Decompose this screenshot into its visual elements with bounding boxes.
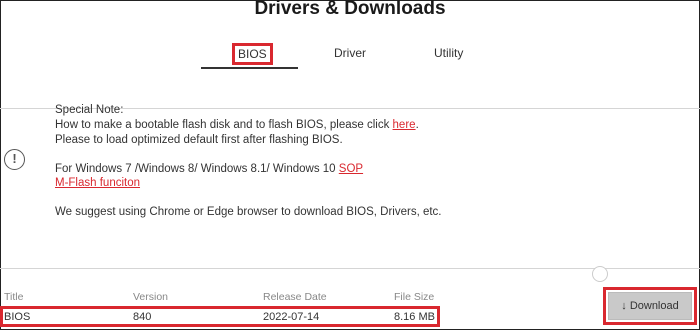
column-header-file-size: File Size [394,291,435,303]
note-line-4: M-Flash funciton [55,177,140,189]
column-header-release-date: Release Date [263,291,327,303]
tab-bios[interactable]: BIOS [232,43,273,65]
note-line-5: We suggest using Chrome or Edge browser … [55,206,442,218]
column-header-title: Title [4,291,24,303]
tab-utility[interactable]: Utility [434,46,463,60]
download-label: Download [629,300,679,312]
note-line-3-text: For Windows 7 /Windows 8/ Windows 8.1/ W… [55,163,336,175]
tab-driver[interactable]: Driver [334,46,366,60]
download-arrow-icon: ↓ [621,300,627,312]
cell-release-date: 2022-07-14 [263,311,320,323]
cell-title: BIOS [4,311,31,323]
exclamation-circle-icon: ! [4,149,25,170]
active-tab-indicator [201,67,298,69]
table-row [0,306,440,327]
download-highlight: ↓ Download [603,287,697,325]
sop-link[interactable]: SOP [339,163,363,175]
note-line-2: Please to load optimized default first a… [55,134,343,146]
cell-version: 840 [133,311,152,323]
here-link[interactable]: here [393,119,416,131]
column-header-version: Version [133,291,169,303]
note-line-3: For Windows 7 /Windows 8/ Windows 8.1/ W… [55,163,363,175]
tab-bar: BIOS Driver Utility [0,40,700,109]
page-title: Drivers & Downloads [254,0,446,19]
scroll-indicator[interactable] [592,266,608,282]
m-flash-link[interactable]: M-Flash funciton [55,177,140,189]
cell-file-size: 8.16 MB [394,311,435,323]
download-button[interactable]: ↓ Download [608,292,692,320]
note-line-1: How to make a bootable flash disk and to… [55,119,419,131]
note-line-1-end: . [415,119,419,131]
special-note-heading: Special Note: [55,104,124,116]
note-line-1-text: How to make a bootable flash disk and to… [55,119,390,131]
